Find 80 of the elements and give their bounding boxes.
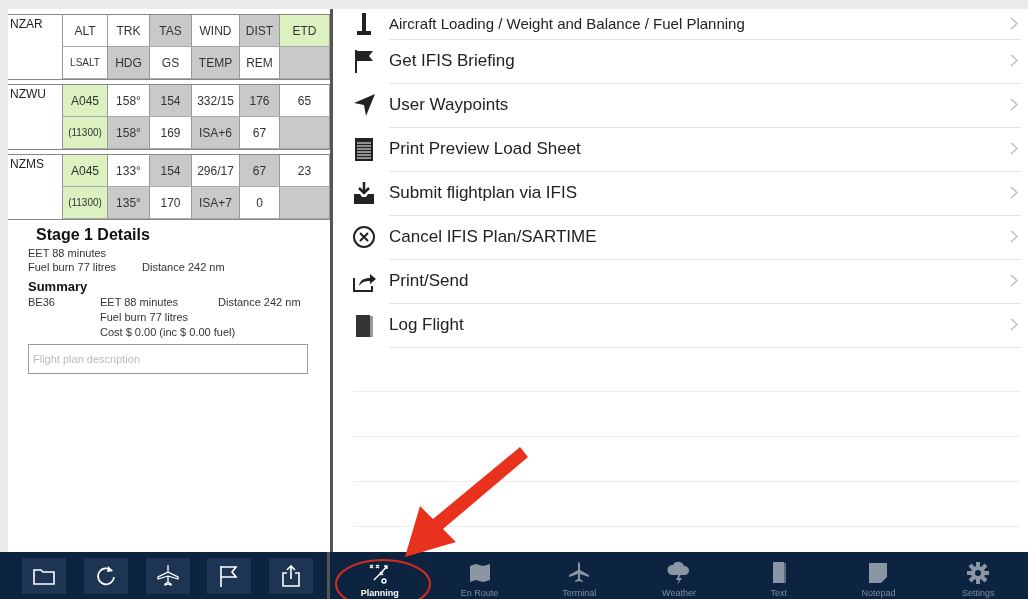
fuel-text: Fuel burn 77 litres xyxy=(100,311,190,323)
tab[interactable]: Settings xyxy=(928,552,1028,599)
tab[interactable]: Planning xyxy=(330,552,430,599)
table-cell: TAS xyxy=(150,15,192,47)
tab[interactable]: Text xyxy=(728,552,829,599)
menu-item[interactable]: Log Flight xyxy=(333,303,1028,347)
table-cell: 158° xyxy=(108,117,150,149)
table-cell: 67 xyxy=(240,155,280,187)
table-cell: GS xyxy=(150,47,192,79)
airplane-icon xyxy=(154,562,181,589)
table-cell: 169 xyxy=(150,117,192,149)
eet-text: EET 88 minutes xyxy=(100,296,180,308)
distance-text: Distance 242 nm xyxy=(218,296,302,308)
table-cell: 158° xyxy=(108,85,150,117)
download-tray-icon xyxy=(351,180,377,206)
chevron-icon xyxy=(1010,318,1018,331)
refresh-button[interactable] xyxy=(83,557,128,594)
close-circle-icon xyxy=(351,224,377,250)
tab[interactable]: Weather xyxy=(629,552,729,599)
waypoint-cell: NZWU xyxy=(8,85,63,149)
section-title: Stage 1 Details xyxy=(36,226,151,244)
share-button[interactable] xyxy=(269,557,313,594)
chevron-icon xyxy=(1010,17,1018,30)
cost-text: Cost $ 0.00 (inc $ 0.00 fuel) xyxy=(100,326,237,338)
distance-text: Distance 242 nm xyxy=(142,261,225,273)
table-cell: ISA+7 xyxy=(192,187,240,219)
table-cell: ISA+6 xyxy=(192,117,240,149)
waypoint-cell: NZAR xyxy=(8,15,63,79)
table-cell: (11300) xyxy=(63,187,108,219)
table-cell: ETD xyxy=(280,15,330,47)
chevron-icon xyxy=(1010,142,1018,155)
menu-item[interactable]: Get IFIS Briefing xyxy=(333,39,1028,83)
table-cell: TRK xyxy=(108,15,150,47)
menu-item[interactable]: Aircraft Loading / Weight and Balance / Fuel Planning xyxy=(333,9,1028,39)
table-cell: A045 xyxy=(63,85,108,117)
table-cell: 296/17 xyxy=(192,155,240,187)
airplane-button[interactable] xyxy=(145,557,190,594)
table-cell: 170 xyxy=(150,187,192,219)
chevron-icon xyxy=(1010,54,1018,67)
tab[interactable]: Notepad xyxy=(828,552,929,599)
table-cell: 133° xyxy=(108,155,150,187)
table-cell: A045 xyxy=(63,155,108,187)
chevron-icon xyxy=(1010,274,1018,287)
tab[interactable]: En Route xyxy=(429,552,530,599)
table-cell: 65 xyxy=(280,85,330,117)
menu-item[interactable]: Print/Send xyxy=(333,259,1028,303)
tab[interactable]: Terminal xyxy=(529,552,630,599)
table-cell: 332/15 xyxy=(192,85,240,117)
table-cell: ALT xyxy=(63,15,108,47)
storm-cloud-icon xyxy=(666,560,692,586)
menu-item[interactable]: Cancel IFIS Plan/SARTIME xyxy=(333,215,1028,259)
table-cell: 67 xyxy=(240,117,280,149)
fuel-text: Fuel burn 77 litres xyxy=(28,261,117,273)
table-cell: 23 xyxy=(280,155,330,187)
menu-item[interactable]: Submit flightplan via IFIS xyxy=(333,171,1028,215)
table-cell: 135° xyxy=(108,187,150,219)
table-cell: 176 xyxy=(240,85,280,117)
waypoint-cell: NZMS xyxy=(8,155,63,219)
table-cell: REM xyxy=(240,47,280,79)
table-cell: LSALT xyxy=(63,47,108,79)
table-cell: 154 xyxy=(150,155,192,187)
aircraft-text: BE36 xyxy=(28,296,56,308)
section-title: Summary xyxy=(28,279,89,294)
menu-item[interactable]: Print Preview Load Sheet xyxy=(333,127,1028,171)
chevron-icon xyxy=(1010,98,1018,111)
description-field[interactable]: Flight plan description xyxy=(28,344,308,374)
menu-item[interactable]: User Waypoints xyxy=(333,83,1028,127)
folder-button[interactable] xyxy=(22,557,66,594)
table-cell: HDG xyxy=(108,47,150,79)
eet-text: EET 88 minutes xyxy=(28,247,108,259)
flag-button[interactable] xyxy=(207,557,252,594)
table-cell: DIST xyxy=(240,15,280,47)
table-cell: (11300) xyxy=(63,117,108,149)
table-cell: 0 xyxy=(240,187,280,219)
chevron-icon xyxy=(1010,186,1018,199)
table-cell: TEMP xyxy=(192,47,240,79)
table-cell: 154 xyxy=(150,85,192,117)
settings-icon xyxy=(965,560,992,586)
table-cell: WIND xyxy=(192,15,240,47)
chevron-icon xyxy=(1010,230,1018,243)
